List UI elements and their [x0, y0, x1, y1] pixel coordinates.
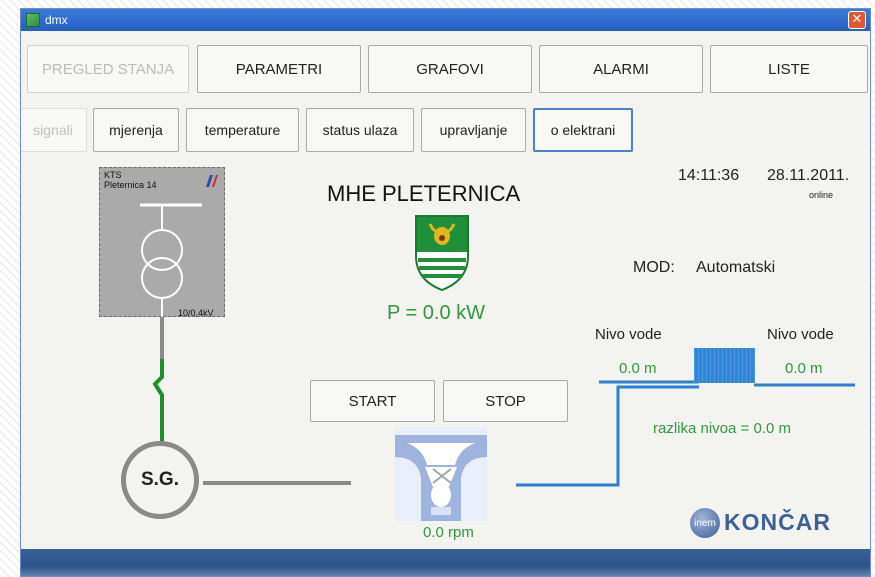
status-bar: [21, 549, 870, 576]
lower-level-label: Nivo vode: [767, 326, 834, 343]
inem-badge: inem: [690, 508, 720, 538]
turbine-speed: 0.0 rpm: [423, 524, 474, 541]
weir-gate: [694, 348, 755, 383]
synchronous-generator: S.G.: [121, 441, 199, 519]
app-window: dmx ✕ PREGLED STANJA PARAMETRI GRAFOVI A…: [20, 8, 871, 577]
start-button[interactable]: START: [310, 380, 435, 422]
lower-level-value: 0.0 m: [785, 360, 823, 377]
koncar-logo: KONČAR: [724, 509, 831, 535]
level-difference: razlika nivoa = 0.0 m: [653, 420, 791, 437]
stop-button[interactable]: STOP: [443, 380, 568, 422]
inem-badge-text: inem: [694, 517, 716, 529]
generator-label: S.G.: [140, 469, 179, 490]
upper-level-label: Nivo vode: [595, 326, 662, 343]
turbine-icon: [395, 427, 487, 521]
upper-level-value: 0.0 m: [619, 360, 657, 377]
